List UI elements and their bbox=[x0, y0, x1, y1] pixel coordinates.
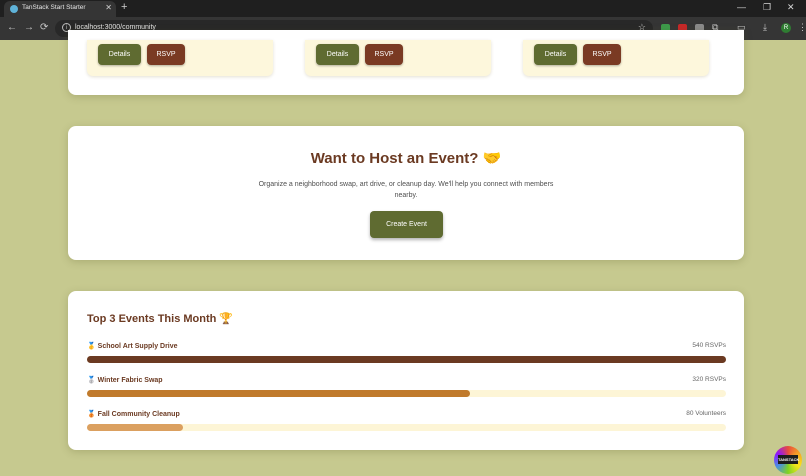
window-close-icon[interactable]: ✕ bbox=[787, 2, 795, 13]
event-card: Details RSVP bbox=[87, 40, 273, 76]
download-icon[interactable]: ⤓ bbox=[763, 22, 767, 33]
minimize-icon[interactable]: — bbox=[737, 2, 746, 12]
event-cards-section: Details RSVP Details RSVP Details RSVP bbox=[68, 30, 744, 95]
medal-icon: 🥉 bbox=[87, 411, 96, 418]
event-name: 🥉 Fall Community Cleanup bbox=[87, 411, 180, 418]
host-description: Organize a neighborhood swap, art drive,… bbox=[258, 181, 554, 199]
event-card: Details RSVP bbox=[523, 40, 709, 76]
progress-track bbox=[87, 424, 726, 431]
tab-close-icon[interactable]: ✕ bbox=[105, 3, 112, 12]
event-count: 540 RSVPs bbox=[692, 342, 726, 349]
profile-avatar[interactable]: R bbox=[781, 23, 791, 33]
tanstack-devtools-badge[interactable]: TANSTACK bbox=[774, 446, 802, 474]
event-card: Details RSVP bbox=[305, 40, 491, 76]
new-tab-button[interactable]: + bbox=[121, 1, 127, 13]
top-events-card: Top 3 Events This Month 🏆 🥇 School Art S… bbox=[68, 291, 744, 450]
rsvp-button[interactable]: RSVP bbox=[583, 44, 621, 65]
menu-icon[interactable]: ⋮ bbox=[798, 22, 806, 33]
forward-icon[interactable]: → bbox=[24, 22, 34, 33]
back-icon[interactable]: ← bbox=[7, 22, 17, 33]
details-button[interactable]: Details bbox=[316, 44, 359, 65]
event-count: 80 Volunteers bbox=[686, 410, 726, 417]
create-event-button[interactable]: Create Event bbox=[370, 211, 443, 238]
tab-title: TanStack Start Starter bbox=[22, 4, 86, 11]
reload-icon[interactable]: ⟳ bbox=[40, 22, 48, 33]
top-events-title: Top 3 Events This Month 🏆 bbox=[87, 313, 234, 325]
event-name: 🥈 Winter Fabric Swap bbox=[87, 377, 163, 384]
progress-track bbox=[87, 390, 726, 397]
medal-icon: 🥈 bbox=[87, 377, 96, 384]
progress-fill bbox=[87, 390, 471, 397]
details-button[interactable]: Details bbox=[534, 44, 577, 65]
rsvp-button[interactable]: RSVP bbox=[365, 44, 403, 65]
details-button[interactable]: Details bbox=[98, 44, 141, 65]
progress-fill bbox=[87, 424, 183, 431]
host-event-card: Want to Host an Event? 🤝 Organize a neig… bbox=[68, 126, 744, 260]
badge-label: TANSTACK bbox=[778, 455, 800, 464]
browser-tab-bar: TanStack Start Starter ✕ + — ❐ ✕ bbox=[0, 0, 806, 17]
progress-fill bbox=[87, 356, 726, 363]
event-name: 🥇 School Art Supply Drive bbox=[87, 343, 178, 350]
rsvp-button[interactable]: RSVP bbox=[147, 44, 185, 65]
medal-icon: 🥇 bbox=[87, 343, 96, 350]
favicon-icon bbox=[10, 5, 18, 13]
browser-tab[interactable]: TanStack Start Starter ✕ bbox=[4, 1, 116, 17]
host-title: Want to Host an Event? 🤝 bbox=[310, 150, 502, 167]
progress-track bbox=[87, 356, 726, 363]
event-count: 320 RSVPs bbox=[692, 376, 726, 383]
maximize-icon[interactable]: ❐ bbox=[763, 2, 771, 13]
